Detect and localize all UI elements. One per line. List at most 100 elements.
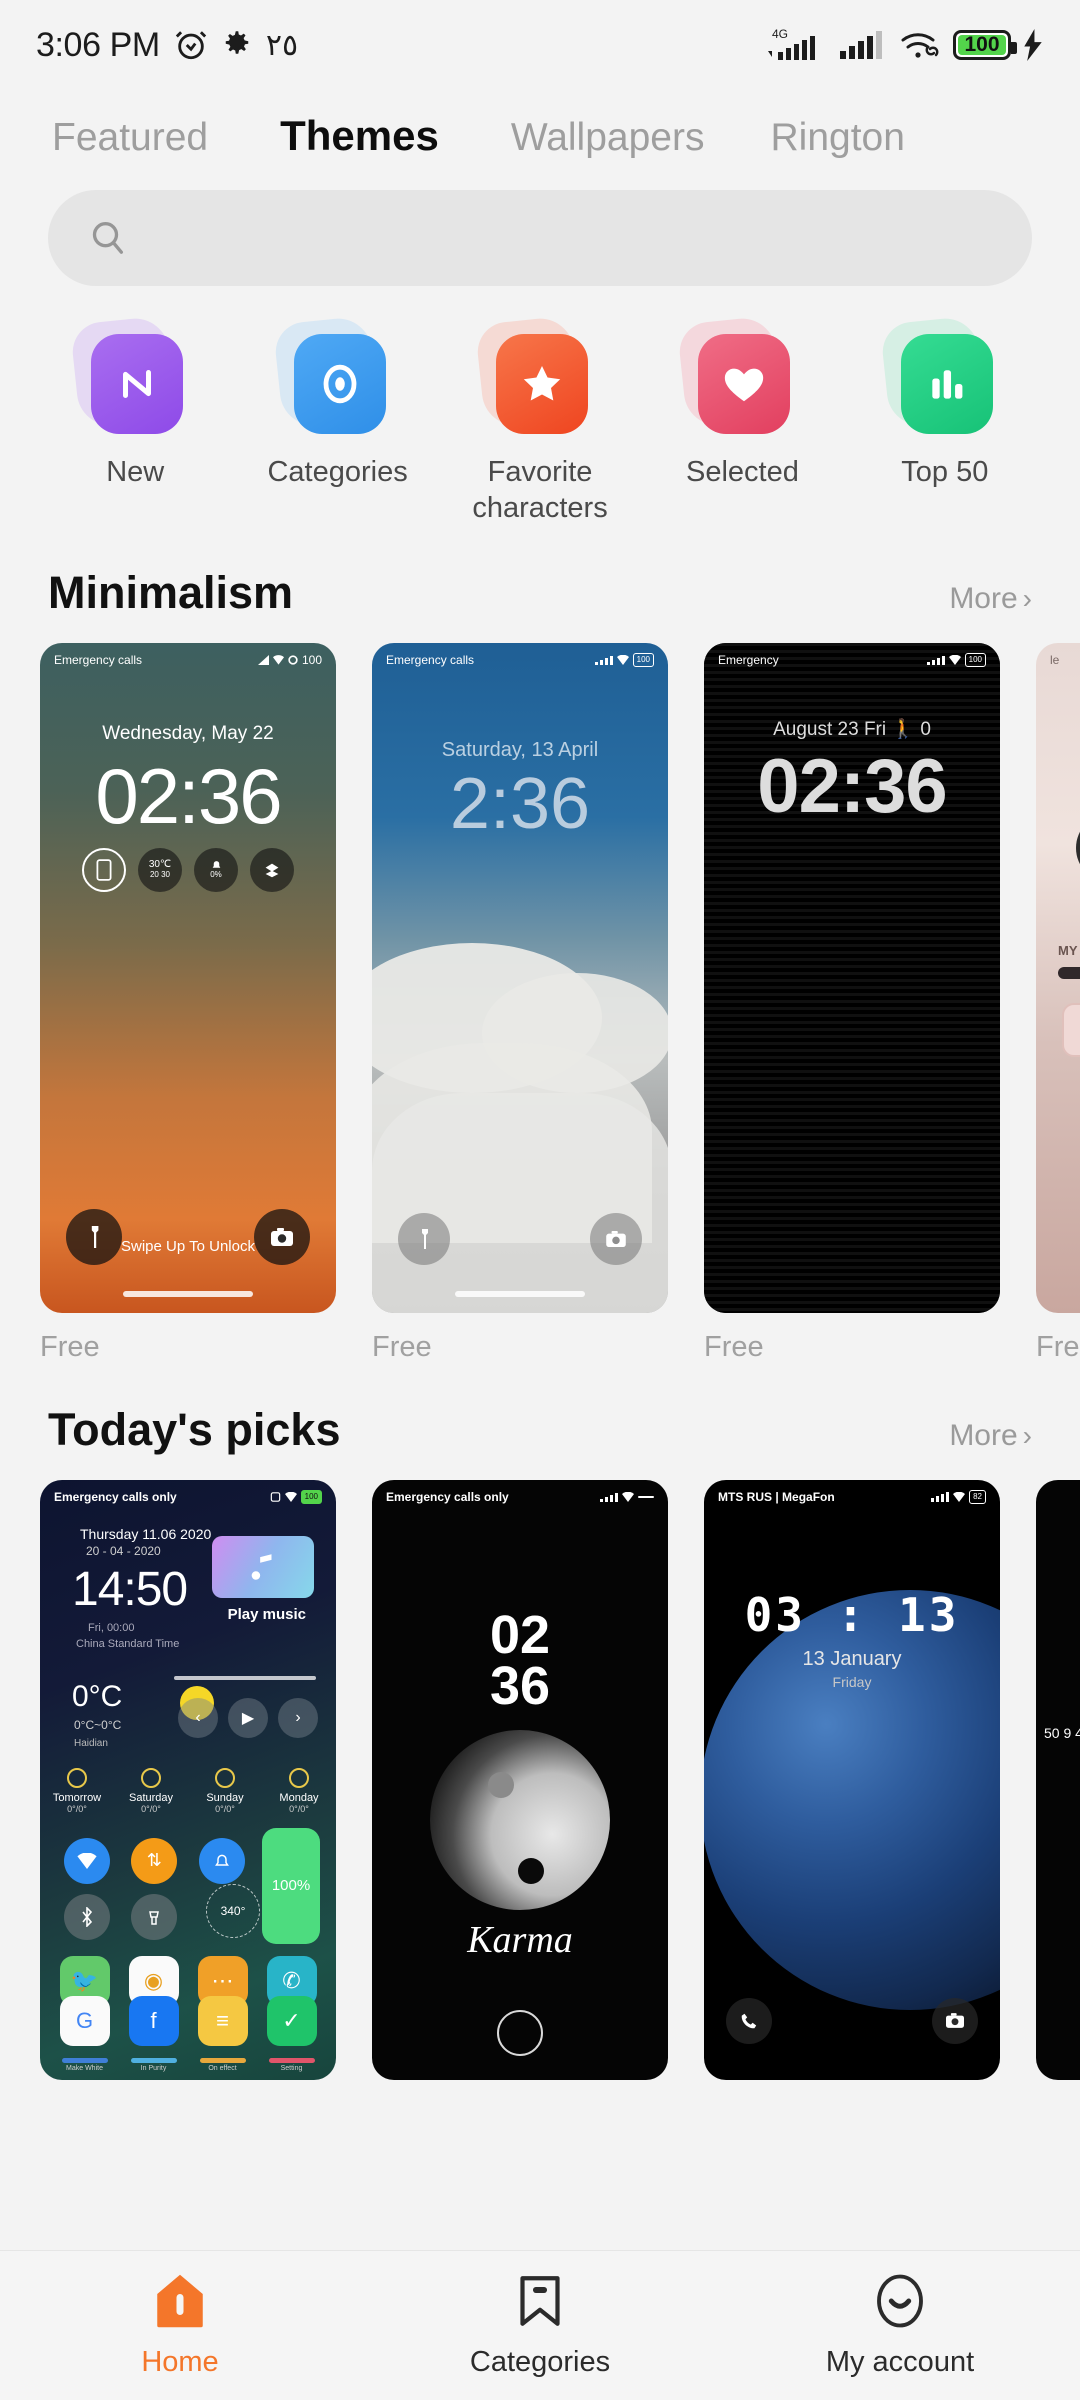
- nav-label: Categories: [469, 2345, 611, 2378]
- theme-preview[interactable]: Emergency calls 100 Wednesday, May 22 02…: [40, 642, 336, 1313]
- forecast-day-label: Sunday: [206, 1791, 244, 1804]
- chevron-right-icon: ›: [1022, 582, 1032, 614]
- preview-date: Wednesday, May 22: [102, 722, 274, 744]
- play-icon[interactable]: ▶: [228, 1697, 268, 1738]
- theme-preview[interactable]: le MY: [1036, 642, 1080, 1313]
- signal-icon: [257, 654, 269, 665]
- layers-widget-icon: [250, 847, 294, 892]
- preview-timezone-time: Fri, 00:00: [88, 1621, 135, 1634]
- battery-percent: 100: [964, 33, 1000, 56]
- preview-carrier: Emergency calls: [54, 652, 143, 667]
- phone-icon[interactable]: [726, 1997, 772, 2044]
- preview-status-bar: Emergency calls 100: [40, 643, 336, 677]
- theme-card[interactable]: Emergency 100 August 23 Fri 🚶 0 02:36 Fr…: [704, 642, 1000, 1364]
- section-title: Minimalism: [48, 566, 294, 618]
- theme-preview[interactable]: Emergency calls only 100 Thursday 11.06 …: [40, 1479, 336, 2080]
- nav-home[interactable]: Home: [0, 2273, 360, 2379]
- theme-preview[interactable]: Emergency 100 August 23 Fri 🚶 0 02:36: [704, 642, 1000, 1313]
- decorative-bar: [1058, 966, 1080, 979]
- theme-card[interactable]: Emergency calls only 100 Thursday 11.06 …: [40, 1479, 336, 2080]
- status-arabic-badge: ٢٥: [265, 28, 299, 62]
- forecast-day-label: Tomorrow: [52, 1791, 102, 1804]
- home-indicator: [123, 1290, 253, 1297]
- browser-app-icon[interactable]: G: [59, 1995, 110, 2046]
- category-selected[interactable]: Selected: [641, 315, 843, 527]
- signal-bars-icon: [931, 1491, 950, 1502]
- preview-clock: 02:36: [95, 751, 282, 840]
- forecast-day: Sunday 0°/0°: [188, 1767, 262, 1814]
- theme-card[interactable]: Emergency calls 100 Saturday, 13 April 2…: [372, 642, 668, 1364]
- preview-battery: 82: [969, 1489, 986, 1504]
- signal-bars-icon: [600, 1491, 618, 1502]
- theme-card[interactable]: MTS RUS | MegaFon 82 03 : 13 13 January …: [704, 1479, 1000, 2080]
- music-controls[interactable]: ‹ ▶ ›: [178, 1697, 318, 1738]
- preview-label: MY: [1058, 942, 1078, 958]
- next-track-icon[interactable]: ›: [278, 1697, 318, 1738]
- facebook-app-icon[interactable]: f: [128, 1995, 179, 2046]
- preview-carrier: Emergency calls only: [386, 1489, 509, 1504]
- camera-icon[interactable]: [932, 1997, 978, 2044]
- yin-yang-dot-dark: [518, 1857, 544, 1884]
- preview-status-bar: MTS RUS | MegaFon 82: [704, 1480, 1000, 1514]
- wifi-toggle-icon[interactable]: [63, 1837, 110, 1884]
- category-top-50[interactable]: Top 50: [844, 315, 1046, 527]
- notes-app-icon[interactable]: ≡: [197, 1995, 248, 2046]
- category-favorite-characters[interactable]: Favorite characters: [439, 315, 641, 527]
- section-more-button[interactable]: More ›: [949, 582, 1032, 616]
- category-categories[interactable]: Categories: [236, 315, 438, 527]
- theme-card[interactable]: Emergency calls 100 Wednesday, May 22 02…: [40, 642, 336, 1364]
- signal-4g-icon: 4G: [766, 25, 828, 65]
- flashlight-icon[interactable]: [398, 1212, 450, 1265]
- battery-ring-icon: [288, 654, 298, 665]
- preview-carrier: Emergency calls: [386, 652, 475, 667]
- search-bar[interactable]: [48, 190, 1032, 286]
- section-more-button[interactable]: More ›: [949, 1419, 1032, 1453]
- nav-categories[interactable]: Categories: [360, 2273, 720, 2379]
- yin-yang-dot-light: [488, 1771, 514, 1798]
- flashlight-icon[interactable]: [66, 1208, 122, 1265]
- preview-date: Saturday, 13 April: [441, 738, 599, 761]
- todays-picks-card-row[interactable]: Emergency calls only 100 Thursday 11.06 …: [0, 1456, 1080, 2080]
- bluetooth-toggle-icon[interactable]: [63, 1893, 110, 1940]
- preview-status-bar: Emergency calls only: [372, 1480, 668, 1514]
- camera-icon[interactable]: [590, 1212, 642, 1265]
- weather-range: 0°C~0°C: [74, 1717, 122, 1732]
- theme-price: Fre: [1036, 1330, 1080, 1363]
- theme-card[interactable]: Emergency calls only 02 36 Karma: [372, 1479, 668, 2080]
- theme-preview[interactable]: Emergency calls only 02 36 Karma: [372, 1479, 668, 2080]
- home-icon: [153, 2273, 207, 2334]
- theme-preview[interactable]: Emergency calls 100 Saturday, 13 April 2…: [372, 642, 668, 1313]
- tab-featured[interactable]: Featured: [52, 116, 208, 160]
- dock-item: Setting: [268, 2057, 315, 2072]
- theme-preview[interactable]: 50 9 45 40: [1036, 1479, 1080, 2080]
- fingerprint-icon[interactable]: [497, 2009, 543, 2056]
- mobile-data-toggle-icon[interactable]: ⇅: [131, 1837, 178, 1884]
- notification-percent: 0%: [210, 869, 222, 879]
- category-label: New: [106, 456, 165, 488]
- tab-ringtones[interactable]: Rington: [770, 116, 904, 160]
- music-progress-slider[interactable]: [174, 1675, 316, 1680]
- tasks-app-icon[interactable]: ✓: [266, 1995, 317, 2046]
- camera-icon[interactable]: [254, 1208, 310, 1265]
- app-row-2[interactable]: G f ≡ ✓: [56, 1995, 320, 2046]
- minimalism-card-row[interactable]: Emergency calls 100 Wednesday, May 22 02…: [0, 619, 1080, 1364]
- flashlight-toggle-icon[interactable]: [131, 1893, 178, 1940]
- bell-toggle-icon[interactable]: [198, 1837, 245, 1884]
- search-input[interactable]: [146, 221, 992, 255]
- theme-card[interactable]: le MY Fre: [1036, 642, 1080, 1364]
- theme-card[interactable]: 50 9 45 40: [1036, 1479, 1080, 2080]
- nav-my-account[interactable]: My account: [720, 2273, 1080, 2379]
- previous-track-icon[interactable]: ‹: [178, 1697, 218, 1738]
- eye-icon: [272, 315, 390, 434]
- search-section: [0, 166, 1080, 286]
- tab-wallpapers[interactable]: Wallpapers: [511, 116, 705, 160]
- tab-themes[interactable]: Themes: [280, 112, 439, 160]
- decorative-blob: [1076, 812, 1080, 883]
- theme-preview[interactable]: MTS RUS | MegaFon 82 03 : 13 13 January …: [704, 1479, 1000, 2080]
- dock-item: Make White: [61, 2057, 108, 2072]
- charging-bolt-icon: [1022, 29, 1044, 61]
- category-label: Selected: [685, 456, 799, 488]
- category-new[interactable]: New: [34, 315, 236, 527]
- preview-date-primary: Thursday 11.06 2020: [80, 1525, 212, 1542]
- weather-location: Haidian: [74, 1737, 108, 1749]
